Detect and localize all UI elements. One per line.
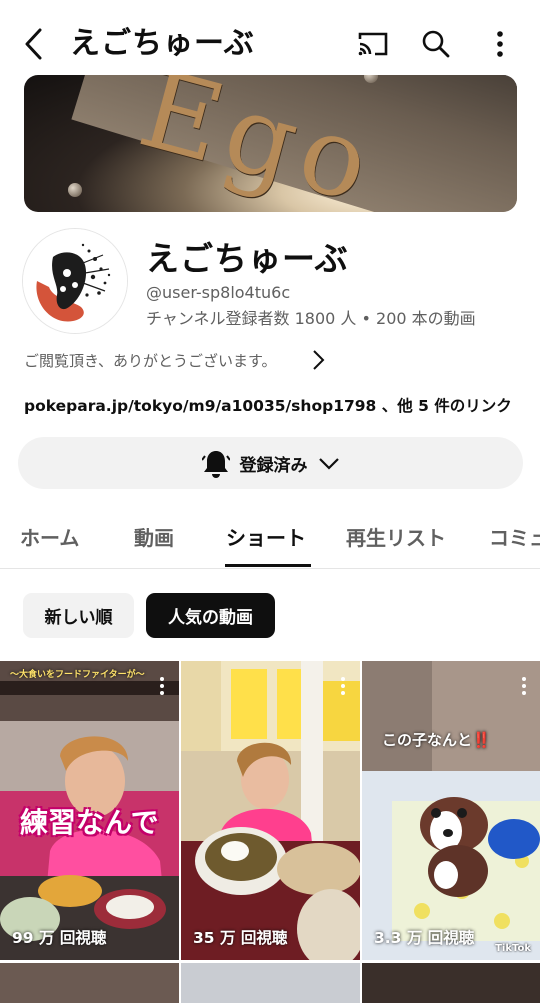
short-view-count: 3.3 万 回視聴 (374, 929, 475, 947)
chevron-down-icon (318, 458, 339, 470)
short-top-caption: 〜大食いをフードファイターが〜 (10, 670, 145, 680)
short-item[interactable] (181, 963, 360, 1003)
short-more-button[interactable] (334, 675, 352, 697)
short-view-count: 35 万 回視聴 (193, 929, 288, 947)
short-overlay-text: 練習なんで (20, 806, 159, 839)
tab-home[interactable]: ホーム (20, 522, 79, 551)
tab-community[interactable]: コミュ (489, 522, 540, 551)
subscribed-label: 登録済み (239, 455, 308, 476)
description-expand-button[interactable] (308, 348, 328, 372)
avatar-image (23, 229, 127, 333)
short-more-button[interactable] (515, 675, 533, 697)
short-thumbnail (362, 661, 540, 960)
chip-popular[interactable]: 人気の動画 (146, 593, 275, 638)
short-item[interactable]: 35 万 回視聴 (181, 661, 360, 960)
tab-playlists[interactable]: 再生リスト (346, 522, 446, 551)
more-options-button[interactable] (480, 24, 520, 64)
short-more-button[interactable] (153, 675, 171, 697)
more-vert-icon (497, 31, 503, 57)
short-overlay-suffix: なんと‼️ (427, 731, 491, 749)
short-overlay-text: この子なんと‼️ (382, 729, 491, 750)
search-button[interactable] (416, 24, 456, 64)
short-item[interactable] (0, 963, 179, 1003)
channel-description[interactable]: ご閲覧頂き、ありがとうございます。 (24, 350, 276, 371)
short-item[interactable] (362, 963, 540, 1003)
chip-newest[interactable]: 新しい順 (23, 593, 134, 638)
short-item[interactable]: 〜大食いをフードファイターが〜 練習なんで 99 万 回視聴 (0, 661, 179, 960)
channel-links[interactable]: pokepara.jp/tokyo/m9/a10035/shop1798 、他 … (24, 394, 512, 416)
bell-icon (201, 451, 230, 478)
active-tab-indicator (225, 564, 311, 567)
channel-name: えごちゅーぶ (146, 239, 349, 278)
cast-icon (358, 32, 388, 56)
short-item[interactable]: この子なんと‼️ 3.3 万 回視聴 TikTok (362, 661, 540, 960)
more-vert-icon (160, 677, 164, 695)
back-button[interactable] (14, 24, 54, 64)
header-title: えごちゅーぶ (70, 26, 255, 61)
tab-shorts[interactable]: ショート (226, 522, 306, 551)
more-vert-icon (522, 677, 526, 695)
more-vert-icon (341, 677, 345, 695)
back-arrow-icon (25, 28, 42, 60)
search-icon (422, 30, 450, 58)
channel-tabs: ホーム 動画 ショート 再生リスト コミュ (0, 510, 540, 569)
cast-button[interactable] (353, 24, 393, 64)
channel-avatar[interactable] (22, 228, 128, 334)
subscribed-button[interactable]: 登録済み (18, 437, 523, 489)
channel-stats: チャンネル登録者数 1800 人 • 200 本の動画 (146, 309, 476, 328)
short-view-count: 99 万 回視聴 (12, 929, 107, 947)
tab-videos[interactable]: 動画 (134, 522, 174, 551)
chevron-right-icon (313, 350, 325, 370)
tiktok-watermark: TikTok (495, 943, 531, 954)
channel-handle: @user-sp8lo4tu6c (146, 283, 291, 302)
short-thumbnail (181, 661, 360, 960)
channel-banner: Ego (24, 75, 517, 212)
short-overlay-prefix: この子 (382, 731, 428, 749)
